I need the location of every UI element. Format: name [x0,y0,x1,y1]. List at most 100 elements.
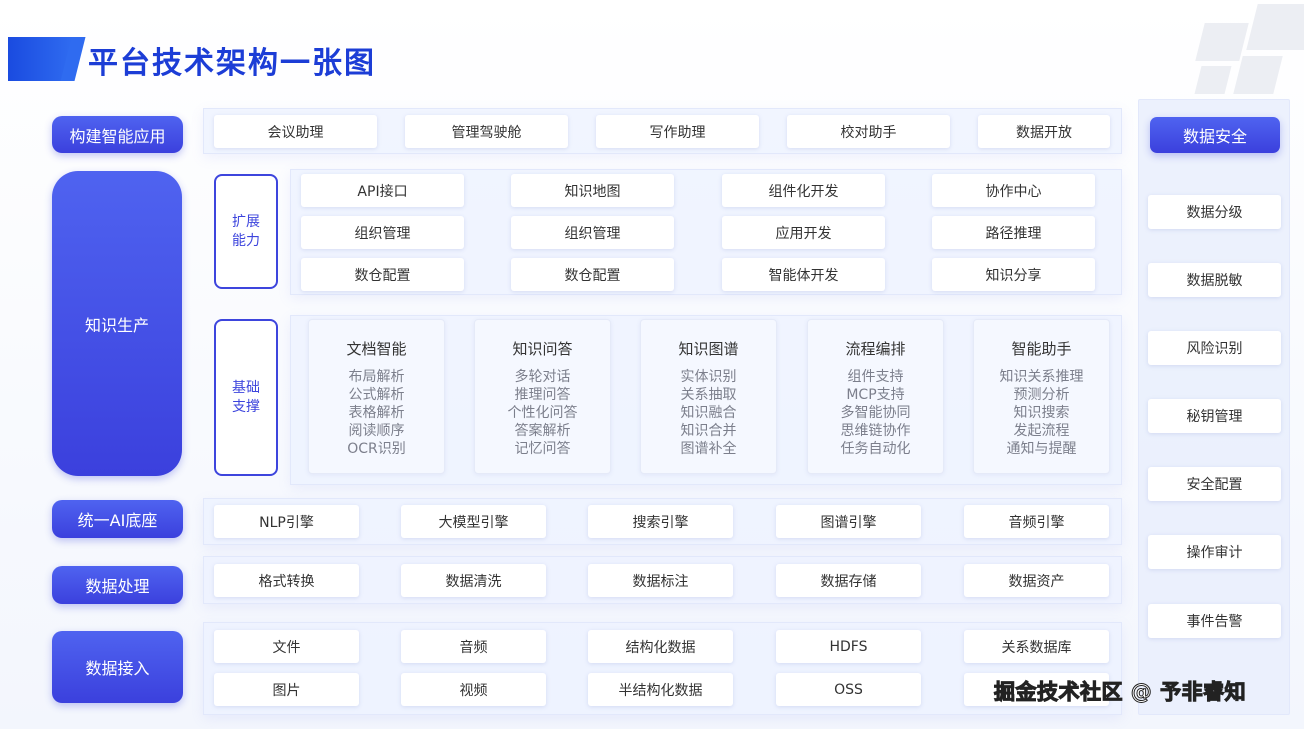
card-item: 图谱补全 [680,441,737,457]
processing-chip: 格式转换 [214,564,359,597]
card-item: 阅读顺序 [348,423,405,439]
extend-chip: 协作中心 [932,174,1095,207]
card-item: 发起流程 [1013,423,1070,439]
processing-chip: 数据清洗 [401,564,546,597]
extend-chip: 组织管理 [301,216,464,249]
watermark-text: 掘金技术社区 @ 予非睿知 [993,680,1247,705]
card-item: 推理问答 [514,387,571,403]
card-items: 布局解析 公式解析 表格解析 阅读顺序 OCR识别 [309,368,444,458]
card-item: 个性化问答 [507,405,578,421]
card-title: 流程编排 [845,340,906,358]
engine-chip: 大模型引擎 [401,505,546,538]
extend-chip: 组织管理 [511,216,674,249]
capability-card: 流程编排 组件支持 MCP支持 多智能协同 思维链协作 任务自动化 [807,319,944,474]
card-item: 预测分析 [1013,387,1070,403]
processing-row: 格式转换 数据清洗 数据标注 数据存储 数据资产 [203,556,1122,604]
security-chip: 数据分级 [1148,195,1281,229]
ingest-chip: OSS [776,673,921,706]
card-item: 表格解析 [348,405,405,421]
card-item: 知识合并 [680,423,737,439]
app-chip: 校对助手 [787,115,950,148]
base-tag: 基础 支撑 [214,319,278,476]
app-chip: 写作助理 [596,115,759,148]
processing-chip: 数据标注 [588,564,733,597]
ingest-chip: 视频 [401,673,546,706]
engine-chip: NLP引擎 [214,505,359,538]
card-title: 知识图谱 [678,340,739,358]
ingest-chip: 文件 [214,630,359,663]
ingest-chip: HDFS [776,630,921,663]
security-chip: 操作审计 [1148,535,1281,569]
label-knowledge: 知识生产 [52,171,182,476]
ingest-chip: 图片 [214,673,359,706]
card-items: 实体识别 关系抽取 知识融合 知识合并 图谱补全 [641,368,776,458]
engine-chip: 图谱引擎 [776,505,921,538]
card-item: 答案解析 [514,423,571,439]
apps-row: 会议助理 管理驾驶舱 写作助理 校对助手 数据开放 [203,108,1122,154]
decor-shape [1195,23,1249,61]
card-items: 多轮对话 推理问答 个性化问答 答案解析 记忆问答 [475,368,610,458]
extend-chip: 数仓配置 [511,258,674,291]
capability-card: 智能助手 知识关系推理 预测分析 知识搜索 发起流程 通知与提醒 [973,319,1110,474]
card-item: 记忆问答 [514,441,571,457]
card-item: 组件支持 [847,369,904,385]
ingest-chip: 音频 [401,630,546,663]
card-item: OCR识别 [347,441,406,457]
security-chip: 安全配置 [1148,467,1281,501]
base-tag-label: 基础 支撑 [232,379,260,415]
ai-base-row: NLP引擎 大模型引擎 搜索引擎 图谱引擎 音频引擎 [203,498,1122,545]
card-item: 知识搜索 [1013,405,1070,421]
ingest-chip: 半结构化数据 [588,673,733,706]
card-item: 布局解析 [348,369,405,385]
extend-chip: 应用开发 [722,216,885,249]
security-chip: 数据脱敏 [1148,263,1281,297]
label-apps: 构建智能应用 [52,116,183,153]
security-title: 数据安全 [1150,117,1280,153]
security-chip: 秘钥管理 [1148,399,1281,433]
label-ai-base: 统一AI底座 [52,500,183,538]
security-chip: 事件告警 [1148,604,1281,638]
card-item: 知识融合 [680,405,737,421]
card-items: 知识关系推理 预测分析 知识搜索 发起流程 通知与提醒 [974,368,1109,458]
decor-shape [1194,66,1232,94]
extend-chip: 数仓配置 [301,258,464,291]
capability-card: 知识问答 多轮对话 推理问答 个性化问答 答案解析 记忆问答 [474,319,611,474]
extend-chip: 组件化开发 [722,174,885,207]
extend-tag: 扩展 能力 [214,174,278,289]
card-item: 思维链协作 [840,423,911,439]
app-chip: 管理驾驶舱 [405,115,568,148]
engine-chip: 音频引擎 [964,505,1109,538]
decor-shape [1246,4,1304,50]
app-chip: 数据开放 [978,115,1110,148]
ingest-panel: 文件 音频 结构化数据 HDFS 关系数据库 图片 视频 半结构化数据 OSS [203,622,1122,715]
card-title: 文档智能 [346,340,407,358]
card-item: 关系抽取 [680,387,737,403]
decor-shape [1233,56,1283,94]
security-chip: 风险识别 [1148,331,1281,365]
card-item: 通知与提醒 [1006,441,1077,457]
ingest-chip: 关系数据库 [964,630,1109,663]
extend-chip: 知识地图 [511,174,674,207]
card-item: 任务自动化 [840,441,911,457]
card-title: 知识问答 [512,340,573,358]
extend-chip: 路径推理 [932,216,1095,249]
extend-chip: API接口 [301,174,464,207]
ingest-chip: 结构化数据 [588,630,733,663]
label-data-processing: 数据处理 [52,566,183,604]
card-items: 组件支持 MCP支持 多智能协同 思维链协作 任务自动化 [808,368,943,458]
capability-card: 文档智能 布局解析 公式解析 表格解析 阅读顺序 OCR识别 [308,319,445,474]
extend-panel: API接口 知识地图 组件化开发 协作中心 组织管理 组织管理 应用开发 路径推… [290,169,1122,295]
extend-tag-label: 扩展 能力 [232,213,260,249]
card-item: 知识关系推理 [999,369,1084,385]
card-item: 多智能协同 [840,405,911,421]
card-item: 实体识别 [680,369,737,385]
card-item: 多轮对话 [514,369,571,385]
extend-chip: 智能体开发 [722,258,885,291]
capability-card: 知识图谱 实体识别 关系抽取 知识融合 知识合并 图谱补全 [640,319,777,474]
page-title: 平台技术架构一张图 [88,46,376,81]
processing-chip: 数据存储 [776,564,921,597]
extend-chip: 知识分享 [932,258,1095,291]
engine-chip: 搜索引擎 [588,505,733,538]
card-item: 公式解析 [348,387,405,403]
card-item: MCP支持 [846,387,905,403]
